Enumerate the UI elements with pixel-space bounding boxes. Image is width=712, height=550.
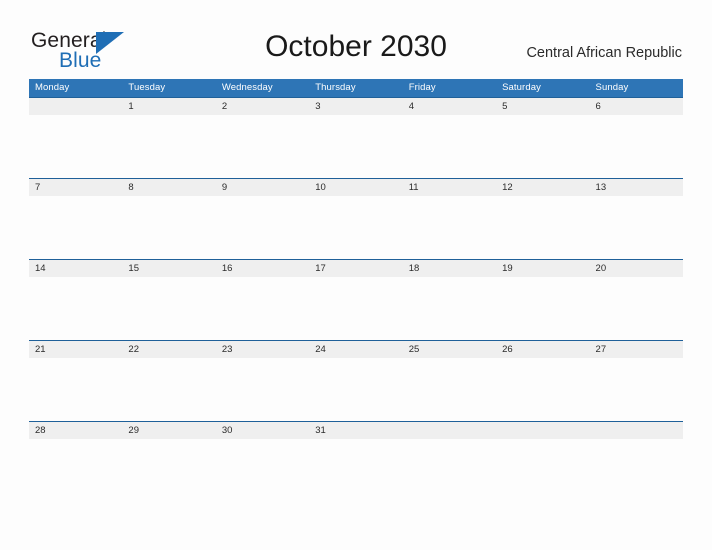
week-row: 14 15 16 17 18 19 20 <box>29 259 683 340</box>
day-cell[interactable] <box>496 422 589 439</box>
week-row: 21 22 23 24 25 26 27 <box>29 340 683 421</box>
day-cell[interactable]: 5 <box>496 98 589 115</box>
page-title: October 2030 <box>265 30 447 63</box>
day-cell[interactable]: 28 <box>29 422 122 439</box>
day-cell[interactable]: 20 <box>590 260 683 277</box>
weekday-header-friday: Friday <box>408 82 436 93</box>
day-cell[interactable]: 18 <box>403 260 496 277</box>
week-row: 28 29 30 31 <box>29 421 683 502</box>
day-cell[interactable]: 14 <box>29 260 122 277</box>
weekday-header-wednesday: Wednesday <box>221 82 273 93</box>
week-note-area[interactable] <box>29 439 683 502</box>
day-cell[interactable]: 16 <box>216 260 309 277</box>
day-cell[interactable]: 6 <box>590 98 683 115</box>
day-cell[interactable]: 1 <box>122 98 215 115</box>
day-cell[interactable]: 27 <box>590 341 683 358</box>
weekday-header-monday: Monday <box>35 82 70 93</box>
day-cell[interactable]: 22 <box>122 341 215 358</box>
day-cell[interactable]: 4 <box>403 98 496 115</box>
calendar-grid: Monday Tuesday Wednesday Thursday Friday… <box>29 79 683 502</box>
day-cell[interactable] <box>29 98 122 115</box>
weekday-header-saturday: Saturday <box>502 82 541 93</box>
day-cell[interactable]: 23 <box>216 341 309 358</box>
week-note-area[interactable] <box>29 358 683 421</box>
week-row: 1 2 3 4 5 6 <box>29 97 683 178</box>
week-row: 7 8 9 10 11 12 13 <box>29 178 683 259</box>
day-cell[interactable]: 2 <box>216 98 309 115</box>
day-cell[interactable]: 11 <box>403 179 496 196</box>
day-cell[interactable]: 26 <box>496 341 589 358</box>
country-label: Central African Republic <box>526 45 682 61</box>
day-cell[interactable]: 13 <box>590 179 683 196</box>
week-note-area[interactable] <box>29 196 683 259</box>
weekday-header-row: Monday Tuesday Wednesday Thursday Friday… <box>29 79 683 97</box>
day-cell[interactable] <box>403 422 496 439</box>
day-cell[interactable]: 12 <box>496 179 589 196</box>
day-cell[interactable]: 9 <box>216 179 309 196</box>
day-cell[interactable]: 3 <box>309 98 402 115</box>
day-number-band: 21 22 23 24 25 26 27 <box>29 341 683 358</box>
day-number-band: 7 8 9 10 11 12 13 <box>29 179 683 196</box>
logo-text-blue: Blue <box>59 49 102 72</box>
day-cell[interactable]: 25 <box>403 341 496 358</box>
day-number-band: 14 15 16 17 18 19 20 <box>29 260 683 277</box>
week-note-area[interactable] <box>29 277 683 340</box>
day-number-band: 28 29 30 31 <box>29 422 683 439</box>
day-cell[interactable]: 24 <box>309 341 402 358</box>
day-cell[interactable]: 8 <box>122 179 215 196</box>
day-cell[interactable] <box>590 422 683 439</box>
page-header: General Blue October 2030 Central Africa… <box>0 0 712 79</box>
week-note-area[interactable] <box>29 115 683 178</box>
day-cell[interactable]: 30 <box>216 422 309 439</box>
weekday-header-tuesday: Tuesday <box>128 82 166 93</box>
day-cell[interactable]: 19 <box>496 260 589 277</box>
day-cell[interactable]: 17 <box>309 260 402 277</box>
day-cell[interactable]: 7 <box>29 179 122 196</box>
day-cell[interactable]: 21 <box>29 341 122 358</box>
weekday-header-thursday: Thursday <box>315 82 356 93</box>
day-cell[interactable]: 31 <box>309 422 402 439</box>
day-cell[interactable]: 10 <box>309 179 402 196</box>
weekday-header-sunday: Sunday <box>595 82 629 93</box>
day-cell[interactable]: 15 <box>122 260 215 277</box>
day-cell[interactable]: 29 <box>122 422 215 439</box>
day-number-band: 1 2 3 4 5 6 <box>29 98 683 115</box>
